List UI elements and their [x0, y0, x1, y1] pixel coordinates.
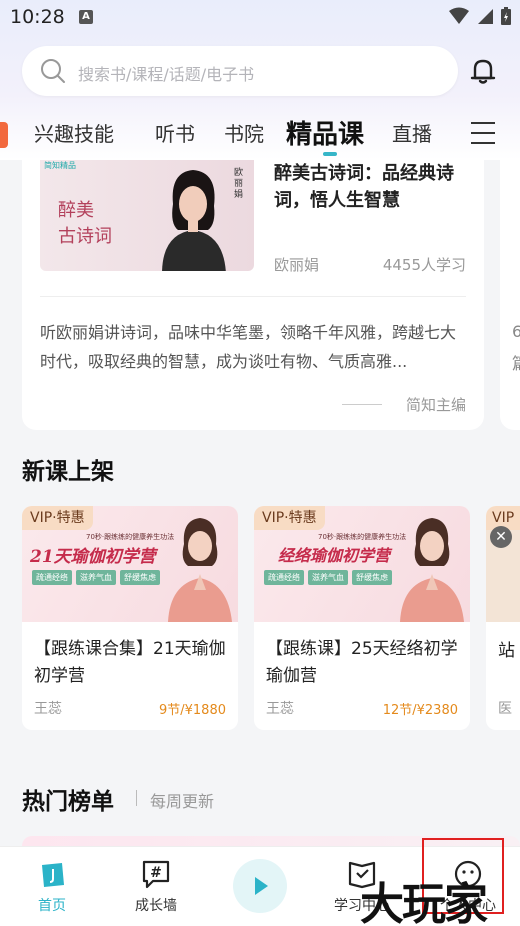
signal-icon	[478, 9, 493, 24]
thumb-title-line1: 醉美	[58, 200, 94, 221]
nav-growth-wall-label: 成长墙	[135, 898, 177, 914]
nav-home-label: 首页	[38, 898, 66, 914]
tab-audiobooks[interactable]: 听书	[155, 118, 195, 147]
watermark-text: 大玩家	[360, 879, 488, 926]
home-icon	[42, 863, 64, 887]
battery-icon	[501, 7, 511, 25]
banner-chip: 滋养气血	[308, 570, 348, 585]
course-author: 王蕊	[34, 701, 62, 717]
banner-headline: 21天瑜伽初学营	[30, 547, 156, 567]
notification-a-icon: A	[79, 10, 93, 24]
wifi-icon	[449, 7, 469, 24]
featured-course-thumbnail: 简知精品 醉美 古诗词 欧丽娟	[40, 160, 254, 271]
thumb-instructor-name: 欧丽娟	[234, 168, 244, 200]
course-title: 【跟练课合集】21天瑜伽初学营	[34, 639, 226, 686]
featured-course-description: 听欧丽娟讲诗词，品味中华笔墨，领略千年风雅，跨越七大时代，吸取经典的智慧，成为谈…	[40, 323, 457, 371]
peek-text-1: 6	[512, 322, 520, 341]
banner-chip: 舒缓焦虑	[120, 570, 160, 585]
thumb-title-line2: 古诗词	[58, 226, 112, 247]
banner-subheading: 70秒·跟练练的健康养生功法	[318, 533, 407, 541]
banner-headline: 经络瑜伽初学营	[278, 546, 391, 565]
yoga-instructor-image	[400, 518, 464, 622]
brand-logo: 简知精品	[44, 161, 76, 170]
course-title: 【跟练课】25天经络初学瑜伽营	[266, 639, 458, 686]
search-bar[interactable]: 搜索书/课程/话题/电子书	[22, 46, 458, 96]
svg-text:#: #	[150, 865, 162, 881]
nav-home[interactable]: 首页	[12, 847, 92, 926]
peek-text-2: 篇	[512, 350, 520, 374]
tab-scroll-badge	[0, 122, 8, 148]
bell-icon[interactable]	[466, 54, 500, 88]
search-placeholder: 搜索书/课程/话题/电子书	[78, 65, 255, 84]
status-time: 10:28	[10, 6, 65, 28]
course-price: 12节/¥2380	[382, 703, 458, 718]
ranking-separator	[136, 790, 137, 806]
nav-play-button[interactable]	[233, 859, 287, 913]
editor-dash	[342, 404, 382, 405]
active-tab-indicator	[323, 152, 337, 156]
banner-chip: 疏通经络	[32, 570, 72, 585]
course-card[interactable]: 70秒·跟练练的健康养生功法 21天瑜伽初学营 疏通经络 滋养气血 舒缓焦虑 V…	[22, 506, 238, 730]
ranking-title: 热门榜单	[22, 789, 114, 815]
menu-icon[interactable]	[471, 122, 495, 144]
banner-chips: 疏通经络 滋养气血 舒缓焦虑	[264, 570, 392, 585]
search-icon	[41, 59, 65, 83]
course-price: 9节/¥1880	[158, 703, 226, 718]
featured-course-title: 醉美古诗词：品经典诗词，悟人生智慧	[274, 163, 454, 211]
close-icon[interactable]: ✕	[490, 526, 512, 548]
banner-chip: 疏通经络	[264, 570, 304, 585]
tab-live[interactable]: 直播	[392, 118, 432, 147]
featured-editor: 简知主编	[405, 396, 466, 414]
featured-course-card[interactable]: 简知精品 醉美 古诗词 欧丽娟 醉美古诗词：品经典诗词，悟人生智慧 欧丽娟 44…	[22, 160, 484, 430]
next-featured-card-peek[interactable]: 6 篇	[500, 160, 520, 430]
vip-discount-badge: VIP·特惠	[22, 506, 93, 530]
instructor-portrait	[162, 170, 226, 271]
ranking-subtitle: 每周更新	[150, 792, 215, 811]
banner-chip: 滋养气血	[76, 570, 116, 585]
vip-discount-badge: VIP·特惠	[254, 506, 325, 530]
banner-subheading: 70秒·跟练练的健康养生功法	[86, 533, 175, 541]
hashtag-icon: #	[142, 860, 170, 889]
category-tabs: 兴趣技能 听书 书院 精品课 直播	[0, 106, 520, 158]
peek-course-author: 医	[498, 701, 512, 717]
system-icons	[448, 6, 512, 26]
tab-academy[interactable]: 书院	[224, 118, 264, 147]
status-bar: 10:28 A	[0, 0, 520, 36]
next-course-card-peek[interactable]: VIP ✕ 站 医	[486, 506, 520, 730]
banner-chip: 舒缓焦虑	[352, 570, 392, 585]
tab-premium-courses[interactable]: 精品课	[286, 114, 364, 151]
featured-course-learners: 4455人学习	[382, 256, 466, 274]
new-courses-title: 新课上架	[22, 459, 114, 485]
course-card[interactable]: 70秒·跟练练的健康养生功法 经络瑜伽初学营 疏通经络 滋养气血 舒缓焦虑 VI…	[254, 506, 470, 730]
featured-course-author: 欧丽娟	[274, 256, 320, 274]
course-author: 王蕊	[266, 701, 294, 717]
yoga-instructor-image	[168, 518, 232, 622]
card-divider	[40, 296, 466, 297]
nav-growth-wall[interactable]: # 成长墙	[116, 847, 196, 926]
play-icon	[255, 877, 268, 895]
banner-chips: 疏通经络 滋养气血 舒缓焦虑	[32, 570, 160, 585]
peek-course-title: 站	[498, 641, 515, 661]
tab-interest-skills[interactable]: 兴趣技能	[34, 118, 114, 147]
